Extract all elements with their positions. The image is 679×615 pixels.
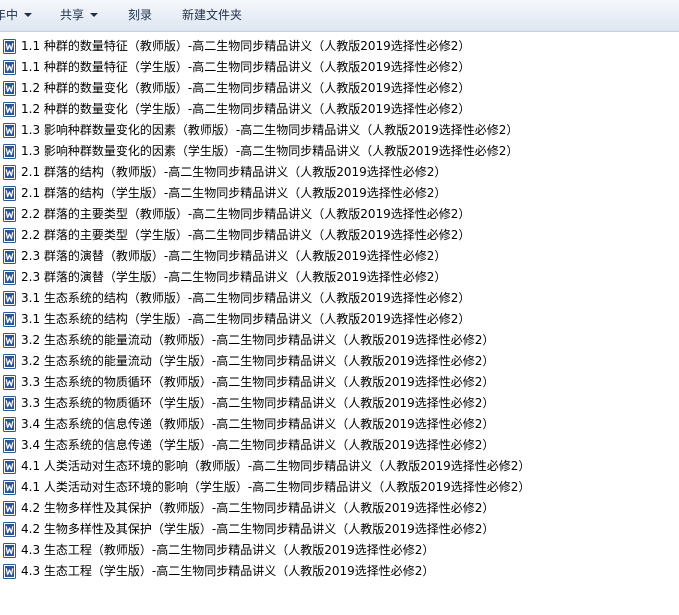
burn-button[interactable]: 刻录 xyxy=(128,0,152,31)
file-name: 1.2 种群的数量变化（教师版）-高二生物同步精品讲义（人教版2019选择性必修… xyxy=(21,81,471,95)
file-row[interactable]: 3.2 生态系统的能量流动（学生版）-高二生物同步精品讲义（人教版2019选择性… xyxy=(0,351,679,372)
file-name: 3.4 生态系统的信息传递（教师版）-高二生物同步精品讲义（人教版2019选择性… xyxy=(21,417,495,431)
word-document-icon xyxy=(3,165,16,180)
file-row[interactable]: 2.3 群落的演替（学生版）-高二生物同步精品讲义（人教版2019选择性必修2） xyxy=(0,267,679,288)
word-document-icon xyxy=(3,396,16,411)
word-document-icon xyxy=(3,417,16,432)
word-document-icon xyxy=(3,39,16,54)
word-document-icon xyxy=(3,144,16,159)
word-document-icon xyxy=(3,501,16,516)
file-row[interactable]: 2.2 群落的主要类型（学生版）-高二生物同步精品讲义（人教版2019选择性必修… xyxy=(0,225,679,246)
file-name: 2.1 群落的结构（学生版）-高二生物同步精品讲义（人教版2019选择性必修2） xyxy=(21,186,447,200)
file-name: 2.2 群落的主要类型（学生版）-高二生物同步精品讲义（人教版2019选择性必修… xyxy=(21,228,471,242)
file-row[interactable]: 4.3 生态工程（学生版）-高二生物同步精品讲义（人教版2019选择性必修2） xyxy=(0,561,679,582)
word-document-icon xyxy=(3,207,16,222)
chevron-down-icon xyxy=(90,12,99,17)
file-row[interactable]: 3.1 生态系统的结构（教师版）-高二生物同步精品讲义（人教版2019选择性必修… xyxy=(0,288,679,309)
word-document-icon xyxy=(3,60,16,75)
file-row[interactable]: 3.1 生态系统的结构（学生版）-高二生物同步精品讲义（人教版2019选择性必修… xyxy=(0,309,679,330)
file-row[interactable]: 1.2 种群的数量变化（学生版）-高二生物同步精品讲义（人教版2019选择性必修… xyxy=(0,99,679,120)
file-row[interactable]: 1.1 种群的数量特征（教师版）-高二生物同步精品讲义（人教版2019选择性必修… xyxy=(0,36,679,57)
file-name: 3.3 生态系统的物质循环（教师版）-高二生物同步精品讲义（人教版2019选择性… xyxy=(21,375,495,389)
file-row[interactable]: 3.4 生态系统的信息传递（学生版）-高二生物同步精品讲义（人教版2019选择性… xyxy=(0,435,679,456)
new-folder-button-label: 新建文件夹 xyxy=(182,8,243,22)
file-row[interactable]: 4.3 生态工程（教师版）-高二生物同步精品讲义（人教版2019选择性必修2） xyxy=(0,540,679,561)
organize-menu-label: 年中 xyxy=(0,8,19,22)
file-name: 1.3 影响种群数量变化的因素（教师版）-高二生物同步精品讲义（人教版2019选… xyxy=(21,123,519,137)
file-name: 1.2 种群的数量变化（学生版）-高二生物同步精品讲义（人教版2019选择性必修… xyxy=(21,102,471,116)
file-row[interactable]: 4.2 生物多样性及其保护（教师版）-高二生物同步精品讲义（人教版2019选择性… xyxy=(0,498,679,519)
word-document-icon xyxy=(3,186,16,201)
file-name: 3.3 生态系统的物质循环（学生版）-高二生物同步精品讲义（人教版2019选择性… xyxy=(21,396,495,410)
file-name: 3.2 生态系统的能量流动（学生版）-高二生物同步精品讲义（人教版2019选择性… xyxy=(21,354,495,368)
file-row[interactable]: 3.3 生态系统的物质循环（教师版）-高二生物同步精品讲义（人教版2019选择性… xyxy=(0,372,679,393)
file-name: 4.1 人类活动对生态环境的影响（学生版）-高二生物同步精品讲义（人教版2019… xyxy=(21,480,531,494)
file-row[interactable]: 4.1 人类活动对生态环境的影响（学生版）-高二生物同步精品讲义（人教版2019… xyxy=(0,477,679,498)
file-name: 3.2 生态系统的能量流动（教师版）-高二生物同步精品讲义（人教版2019选择性… xyxy=(21,333,495,347)
word-document-icon xyxy=(3,81,16,96)
file-row[interactable]: 1.3 影响种群数量变化的因素（教师版）-高二生物同步精品讲义（人教版2019选… xyxy=(0,120,679,141)
file-name: 4.3 生态工程（学生版）-高二生物同步精品讲义（人教版2019选择性必修2） xyxy=(21,564,435,578)
word-document-icon xyxy=(3,102,16,117)
file-row[interactable]: 3.4 生态系统的信息传递（教师版）-高二生物同步精品讲义（人教版2019选择性… xyxy=(0,414,679,435)
word-document-icon xyxy=(3,375,16,390)
file-name: 3.1 生态系统的结构（学生版）-高二生物同步精品讲义（人教版2019选择性必修… xyxy=(21,312,471,326)
file-name: 1.3 影响种群数量变化的因素（学生版）-高二生物同步精品讲义（人教版2019选… xyxy=(21,144,519,158)
share-menu-button[interactable]: 共享 xyxy=(60,0,99,31)
file-list: 1.1 种群的数量特征（教师版）-高二生物同步精品讲义（人教版2019选择性必修… xyxy=(0,36,679,582)
file-name: 1.1 种群的数量特征（教师版）-高二生物同步精品讲义（人教版2019选择性必修… xyxy=(21,39,471,53)
file-row[interactable]: 2.2 群落的主要类型（教师版）-高二生物同步精品讲义（人教版2019选择性必修… xyxy=(0,204,679,225)
word-document-icon xyxy=(3,522,16,537)
word-document-icon xyxy=(3,123,16,138)
word-document-icon xyxy=(3,459,16,474)
burn-button-label: 刻录 xyxy=(128,8,153,22)
word-document-icon xyxy=(3,228,16,243)
file-name: 4.1 人类活动对生态环境的影响（教师版）-高二生物同步精品讲义（人教版2019… xyxy=(21,459,531,473)
file-row[interactable]: 2.3 群落的演替（教师版）-高二生物同步精品讲义（人教版2019选择性必修2） xyxy=(0,246,679,267)
file-row[interactable]: 4.2 生物多样性及其保护（学生版）-高二生物同步精品讲义（人教版2019选择性… xyxy=(0,519,679,540)
file-name: 2.1 群落的结构（教师版）-高二生物同步精品讲义（人教版2019选择性必修2） xyxy=(21,165,447,179)
file-row[interactable]: 3.3 生态系统的物质循环（学生版）-高二生物同步精品讲义（人教版2019选择性… xyxy=(0,393,679,414)
word-document-icon xyxy=(3,270,16,285)
word-document-icon xyxy=(3,312,16,327)
word-document-icon xyxy=(3,480,16,495)
file-name: 3.1 生态系统的结构（教师版）-高二生物同步精品讲义（人教版2019选择性必修… xyxy=(21,291,471,305)
chevron-down-icon xyxy=(24,12,33,17)
word-document-icon xyxy=(3,564,16,579)
file-name: 4.3 生态工程（教师版）-高二生物同步精品讲义（人教版2019选择性必修2） xyxy=(21,543,435,557)
file-name: 3.4 生态系统的信息传递（学生版）-高二生物同步精品讲义（人教版2019选择性… xyxy=(21,438,495,452)
word-document-icon xyxy=(3,438,16,453)
command-bar: 年中 共享 刻录 新建文件夹 xyxy=(0,0,679,32)
word-document-icon xyxy=(3,249,16,264)
file-name: 2.3 群落的演替（教师版）-高二生物同步精品讲义（人教版2019选择性必修2） xyxy=(21,249,447,263)
file-row[interactable]: 2.1 群落的结构（教师版）-高二生物同步精品讲义（人教版2019选择性必修2） xyxy=(0,162,679,183)
file-row[interactable]: 3.2 生态系统的能量流动（教师版）-高二生物同步精品讲义（人教版2019选择性… xyxy=(0,330,679,351)
file-row[interactable]: 1.2 种群的数量变化（教师版）-高二生物同步精品讲义（人教版2019选择性必修… xyxy=(0,78,679,99)
file-name: 1.1 种群的数量特征（学生版）-高二生物同步精品讲义（人教版2019选择性必修… xyxy=(21,60,471,74)
word-document-icon xyxy=(3,543,16,558)
word-document-icon xyxy=(3,333,16,348)
word-document-icon xyxy=(3,354,16,369)
file-row[interactable]: 1.3 影响种群数量变化的因素（学生版）-高二生物同步精品讲义（人教版2019选… xyxy=(0,141,679,162)
file-name: 2.3 群落的演替（学生版）-高二生物同步精品讲义（人教版2019选择性必修2） xyxy=(21,270,447,284)
organize-menu-button[interactable]: 年中 xyxy=(0,0,33,31)
file-row[interactable]: 4.1 人类活动对生态环境的影响（教师版）-高二生物同步精品讲义（人教版2019… xyxy=(0,456,679,477)
new-folder-button[interactable]: 新建文件夹 xyxy=(182,0,242,31)
word-document-icon xyxy=(3,291,16,306)
file-row[interactable]: 1.1 种群的数量特征（学生版）-高二生物同步精品讲义（人教版2019选择性必修… xyxy=(0,57,679,78)
share-menu-label: 共享 xyxy=(60,8,85,22)
file-name: 2.2 群落的主要类型（教师版）-高二生物同步精品讲义（人教版2019选择性必修… xyxy=(21,207,471,221)
file-name: 4.2 生物多样性及其保护（教师版）-高二生物同步精品讲义（人教版2019选择性… xyxy=(21,501,495,515)
file-row[interactable]: 2.1 群落的结构（学生版）-高二生物同步精品讲义（人教版2019选择性必修2） xyxy=(0,183,679,204)
file-name: 4.2 生物多样性及其保护（学生版）-高二生物同步精品讲义（人教版2019选择性… xyxy=(21,522,495,536)
